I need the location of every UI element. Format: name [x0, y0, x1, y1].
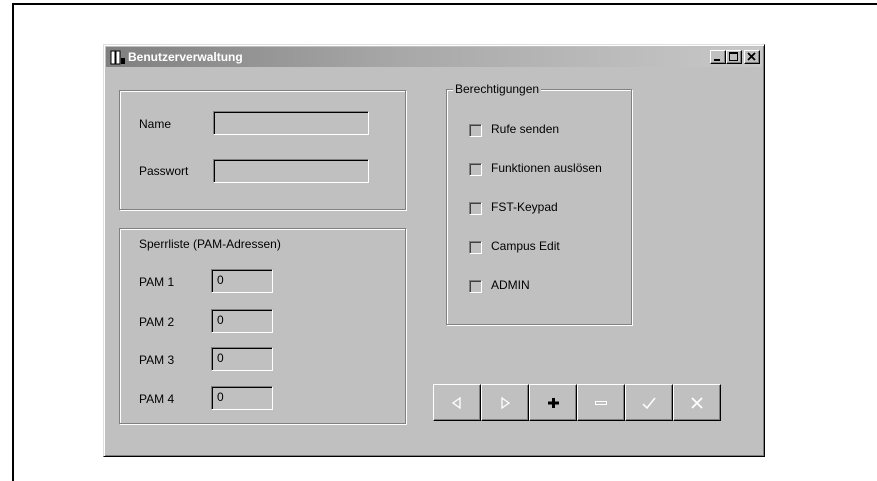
- blocklist-title: Sperrliste (PAM-Adressen): [139, 237, 281, 251]
- permissions-title: Berechtigungen: [453, 82, 542, 96]
- minimize-icon: [714, 59, 720, 61]
- pam-3-label: PAM 3: [139, 353, 175, 367]
- frame-left-border: [12, 3, 14, 481]
- pam-1-field[interactable]: 0: [211, 269, 273, 293]
- checkbox-fst-keypad[interactable]: [469, 202, 482, 215]
- checkmark-icon: [642, 397, 656, 409]
- next-button[interactable]: [481, 384, 529, 421]
- permissions-group: Berechtigungen Rufe senden Funktionen au…: [446, 82, 632, 325]
- pam-3-field[interactable]: 0: [211, 347, 273, 371]
- frame-top-border: [12, 3, 877, 5]
- minus-icon: [595, 400, 607, 405]
- checkbox-rufe-senden[interactable]: [469, 124, 482, 137]
- insert-button[interactable]: [529, 384, 577, 421]
- plus-icon: [548, 397, 559, 408]
- checkbox-fst-keypad-label[interactable]: FST-Keypad: [491, 200, 558, 214]
- title-bar[interactable]: Benutzerverwaltung: [106, 47, 762, 67]
- cross-icon: [691, 396, 703, 409]
- pam-2-field[interactable]: 0: [211, 309, 273, 333]
- prior-button[interactable]: [433, 384, 481, 421]
- maximize-icon: [729, 52, 738, 61]
- credentials-group: Name Passwort: [119, 90, 406, 210]
- cancel-button[interactable]: [673, 384, 721, 421]
- minimize-button[interactable]: [710, 50, 726, 64]
- delete-button[interactable]: [577, 384, 625, 421]
- checkbox-campus-edit[interactable]: [469, 241, 482, 254]
- password-label: Passwort: [139, 164, 189, 178]
- pam-1-label: PAM 1: [139, 275, 175, 289]
- name-field[interactable]: [213, 111, 369, 135]
- pam-2-label: PAM 2: [139, 315, 175, 329]
- password-field[interactable]: [213, 159, 369, 183]
- record-navigator: [433, 384, 721, 421]
- checkbox-funktionen-ausloesen[interactable]: [469, 163, 482, 176]
- maximize-button[interactable]: [726, 50, 742, 64]
- app-icon: [110, 50, 125, 65]
- triangle-left-icon: [451, 396, 461, 409]
- user-management-window: Benutzerverwaltung Name Passwort Sperrli…: [103, 44, 765, 457]
- checkbox-campus-edit-label[interactable]: Campus Edit: [491, 239, 560, 253]
- window-title: Benutzerverwaltung: [128, 50, 243, 64]
- post-button[interactable]: [625, 384, 673, 421]
- blocklist-group: Sperrliste (PAM-Adressen) PAM 1 0 PAM 2 …: [119, 228, 406, 424]
- pam-4-field[interactable]: 0: [211, 386, 273, 410]
- close-button[interactable]: [744, 50, 760, 64]
- checkbox-admin-label[interactable]: ADMIN: [491, 278, 530, 292]
- checkbox-admin[interactable]: [469, 280, 482, 293]
- checkbox-funktionen-ausloesen-label[interactable]: Funktionen auslösen: [491, 161, 602, 175]
- checkbox-rufe-senden-label[interactable]: Rufe senden: [491, 122, 559, 136]
- name-label: Name: [139, 117, 172, 131]
- pam-4-label: PAM 4: [139, 392, 175, 406]
- close-icon: [747, 52, 756, 61]
- triangle-right-icon: [501, 396, 511, 409]
